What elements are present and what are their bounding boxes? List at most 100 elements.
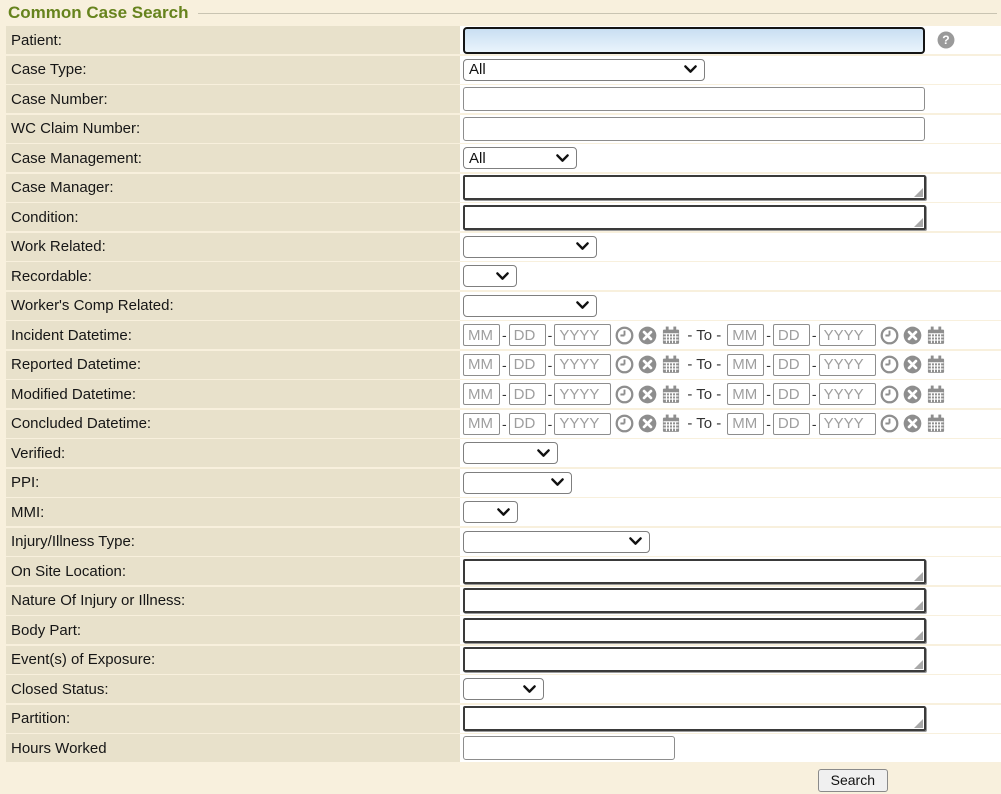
body-part-textarea[interactable] <box>463 618 926 643</box>
injury-illness-type-select[interactable] <box>463 531 650 553</box>
reported-datetime-from-day-input[interactable] <box>509 354 546 376</box>
events-of-exposure-textarea-wrap <box>463 647 926 672</box>
resize-grip-icon[interactable] <box>914 572 923 581</box>
form-row: WC Claim Number: <box>0 115 1001 143</box>
form-row: Verified: <box>0 439 1001 467</box>
case-manager-field-area <box>460 174 1001 202</box>
resize-grip-icon[interactable] <box>914 719 923 728</box>
calendar-icon[interactable] <box>661 414 681 433</box>
calendar-icon[interactable] <box>661 355 681 374</box>
condition-field-area <box>460 203 1001 231</box>
calendar-icon[interactable] <box>661 385 681 404</box>
modified-datetime-to-month-input[interactable] <box>727 383 764 405</box>
modified-datetime-from-month-input[interactable] <box>463 383 500 405</box>
case-number-input[interactable] <box>463 87 925 111</box>
incident-datetime-from-day-input[interactable] <box>509 324 546 346</box>
case-management-select[interactable]: All <box>463 147 577 169</box>
form-row: On Site Location: <box>0 557 1001 585</box>
closed-status-select[interactable] <box>463 678 544 700</box>
chevron-down-icon <box>556 154 569 163</box>
clear-icon[interactable] <box>903 326 922 345</box>
clock-icon[interactable] <box>615 414 634 433</box>
resize-grip-icon[interactable] <box>914 660 923 669</box>
clock-icon[interactable] <box>615 385 634 404</box>
form-row: Case Number: <box>0 85 1001 113</box>
workers-comp-related-select[interactable] <box>463 295 597 317</box>
ppi-select[interactable] <box>463 472 572 494</box>
search-button[interactable]: Search <box>818 769 888 792</box>
case-manager-textarea[interactable] <box>463 175 926 200</box>
form-row: Modified Datetime:--- To --- <box>0 380 1001 408</box>
nature-of-injury-or-illness-textarea[interactable] <box>463 588 926 613</box>
resize-grip-icon[interactable] <box>914 188 923 197</box>
incident-datetime-to-month-input[interactable] <box>727 324 764 346</box>
patient-input[interactable] <box>463 27 925 54</box>
clock-icon[interactable] <box>615 326 634 345</box>
concluded-datetime-to-day-input[interactable] <box>773 413 810 435</box>
reported-datetime-to-month-input[interactable] <box>727 354 764 376</box>
ppi-field-area <box>460 469 1001 497</box>
on-site-location-textarea[interactable] <box>463 559 926 584</box>
clock-icon[interactable] <box>880 355 899 374</box>
concluded-datetime-from-year-input[interactable] <box>554 413 611 435</box>
condition-textarea[interactable] <box>463 205 926 230</box>
calendar-icon[interactable] <box>926 414 946 433</box>
recordable-select[interactable] <box>463 265 517 287</box>
events-of-exposure-textarea[interactable] <box>463 647 926 672</box>
clear-icon[interactable] <box>638 326 657 345</box>
resize-grip-icon[interactable] <box>914 218 923 227</box>
incident-datetime-from-month-input[interactable] <box>463 324 500 346</box>
calendar-icon[interactable] <box>926 355 946 374</box>
clear-icon[interactable] <box>638 355 657 374</box>
wc-claim-number-input[interactable] <box>463 117 925 141</box>
reported-datetime-to-day-input[interactable] <box>773 354 810 376</box>
resize-grip-icon[interactable] <box>914 601 923 610</box>
calendar-icon[interactable] <box>926 385 946 404</box>
form-row: Event(s) of Exposure: <box>0 646 1001 674</box>
work-related-label: Work Related: <box>6 233 460 261</box>
clear-icon[interactable] <box>903 355 922 374</box>
resize-grip-icon[interactable] <box>914 631 923 640</box>
concluded-datetime-from-month-input[interactable] <box>463 413 500 435</box>
calendar-icon[interactable] <box>926 326 946 345</box>
work-related-select[interactable] <box>463 236 597 258</box>
partition-textarea[interactable] <box>463 706 926 731</box>
header-divider <box>198 13 997 14</box>
help-icon[interactable]: ? <box>937 31 955 49</box>
workers-comp-related-label: Worker's Comp Related: <box>6 292 460 320</box>
modified-datetime-from-year-input[interactable] <box>554 383 611 405</box>
injury-illness-type-label: Injury/Illness Type: <box>6 528 460 556</box>
reported-datetime-from-year-input[interactable] <box>554 354 611 376</box>
wc-claim-number-label: WC Claim Number: <box>6 115 460 143</box>
concluded-datetime-from-day-input[interactable] <box>509 413 546 435</box>
clear-icon[interactable] <box>638 385 657 404</box>
recordable-label: Recordable: <box>6 262 460 290</box>
reported-datetime-from-month-input[interactable] <box>463 354 500 376</box>
modified-datetime-to-year-input[interactable] <box>819 383 876 405</box>
clear-icon[interactable] <box>903 385 922 404</box>
clear-icon[interactable] <box>903 414 922 433</box>
incident-datetime-to-day-input[interactable] <box>773 324 810 346</box>
concluded-datetime-to-month-input[interactable] <box>727 413 764 435</box>
modified-datetime-to-day-input[interactable] <box>773 383 810 405</box>
incident-datetime-to-year-input[interactable] <box>819 324 876 346</box>
form-row: Body Part: <box>0 616 1001 644</box>
clock-icon[interactable] <box>880 326 899 345</box>
clock-icon[interactable] <box>880 385 899 404</box>
form-row: Incident Datetime:--- To --- <box>0 321 1001 349</box>
reported-datetime-to-year-input[interactable] <box>819 354 876 376</box>
select-value: All <box>469 150 486 167</box>
clock-icon[interactable] <box>880 414 899 433</box>
verified-select[interactable] <box>463 442 558 464</box>
mmi-select[interactable] <box>463 501 518 523</box>
incident-datetime-from-year-input[interactable] <box>554 324 611 346</box>
modified-datetime-from-day-input[interactable] <box>509 383 546 405</box>
case-type-field-area: All <box>460 56 1001 84</box>
case-type-select[interactable]: All <box>463 59 705 81</box>
on-site-location-textarea-wrap <box>463 559 926 584</box>
hours-worked-input[interactable] <box>463 736 675 760</box>
clear-icon[interactable] <box>638 414 657 433</box>
clock-icon[interactable] <box>615 355 634 374</box>
calendar-icon[interactable] <box>661 326 681 345</box>
concluded-datetime-to-year-input[interactable] <box>819 413 876 435</box>
